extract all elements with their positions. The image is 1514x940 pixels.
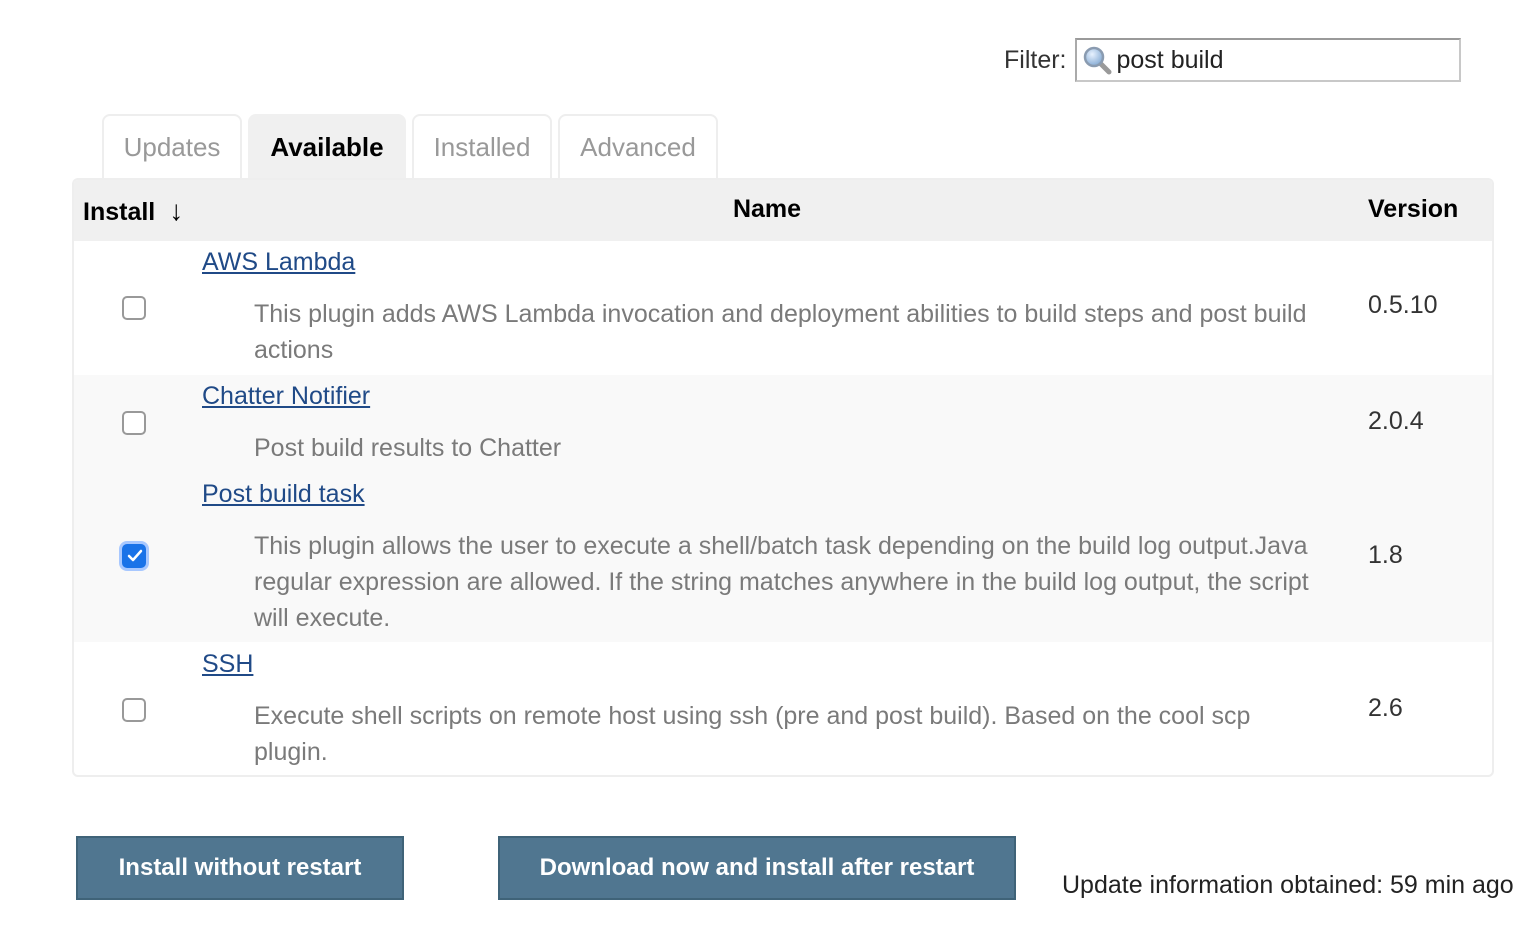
download-and-install-after-restart-button[interactable]: Download now and install after restart (498, 836, 1016, 900)
tab-advanced[interactable]: Advanced (558, 114, 718, 178)
version-column-header[interactable]: Version (1368, 195, 1458, 224)
table-row: Post build task This plugin allows the u… (74, 472, 1492, 642)
description-line: will execute. (254, 604, 391, 632)
table-header: Install ↓ Name Version (74, 180, 1492, 241)
table-row: Chatter Notifier Post build results to C… (74, 375, 1492, 472)
install-checkbox-aws-lambda[interactable] (122, 296, 146, 320)
plugin-manager-page: Filter: Updates Available Ins (0, 0, 1514, 940)
plugin-link-aws-lambda[interactable]: AWS Lambda (202, 248, 355, 277)
plugin-version: 0.5.10 (1368, 291, 1438, 319)
plugin-description: Execute shell scripts on remote host usi… (254, 698, 1354, 770)
checkmark-icon (127, 549, 143, 562)
plugin-description: Post build results to Chatter (254, 430, 1354, 466)
table-row: SSH Execute shell scripts on remote host… (74, 642, 1492, 775)
plugin-table: Install ↓ Name Version AWS Lambda This pl… (72, 178, 1494, 777)
update-info-text: Update information obtained: 59 min ago (1062, 871, 1514, 899)
filter-label: Filter: (1004, 45, 1067, 74)
table-row: AWS Lambda This plugin adds AWS Lambda i… (74, 241, 1492, 375)
tab-bar: Updates Available Installed Advanced (102, 114, 718, 178)
plugin-description: This plugin allows the user to execute a… (254, 528, 1354, 636)
tab-available[interactable]: Available (248, 114, 406, 178)
description-line: Post build results to Chatter (254, 434, 562, 462)
plugin-link-post-build-task[interactable]: Post build task (202, 480, 365, 509)
plugin-version: 2.0.4 (1368, 407, 1424, 435)
plugin-description: This plugin adds AWS Lambda invocation a… (254, 296, 1354, 368)
plugin-link-chatter-notifier[interactable]: Chatter Notifier (202, 382, 370, 411)
install-checkbox-ssh[interactable] (122, 698, 146, 722)
description-line: actions (254, 336, 334, 364)
install-without-restart-button[interactable]: Install without restart (76, 836, 404, 900)
install-checkbox-chatter-notifier[interactable] (122, 411, 146, 435)
name-column-header[interactable]: Name (74, 195, 1460, 224)
description-line: This plugin adds AWS Lambda invocation a… (254, 300, 1307, 328)
plugin-link-ssh[interactable]: SSH (202, 650, 253, 679)
filter-bar: Filter: (1004, 38, 1461, 82)
filter-field[interactable] (1074, 38, 1461, 82)
tab-installed[interactable]: Installed (412, 114, 552, 178)
filter-input[interactable] (1112, 45, 1437, 75)
description-line: Execute shell scripts on remote host usi… (254, 702, 1251, 730)
plugin-version: 2.6 (1368, 694, 1403, 722)
magnifier-icon (1081, 44, 1113, 76)
description-line: plugin. (254, 738, 328, 766)
description-line: This plugin allows the user to execute a… (254, 532, 1308, 560)
install-checkbox-post-build-task[interactable] (122, 544, 146, 568)
plugin-version: 1.8 (1368, 541, 1403, 569)
description-line: regular expression are allowed. If the s… (254, 568, 1309, 596)
tab-updates[interactable]: Updates (102, 114, 242, 178)
